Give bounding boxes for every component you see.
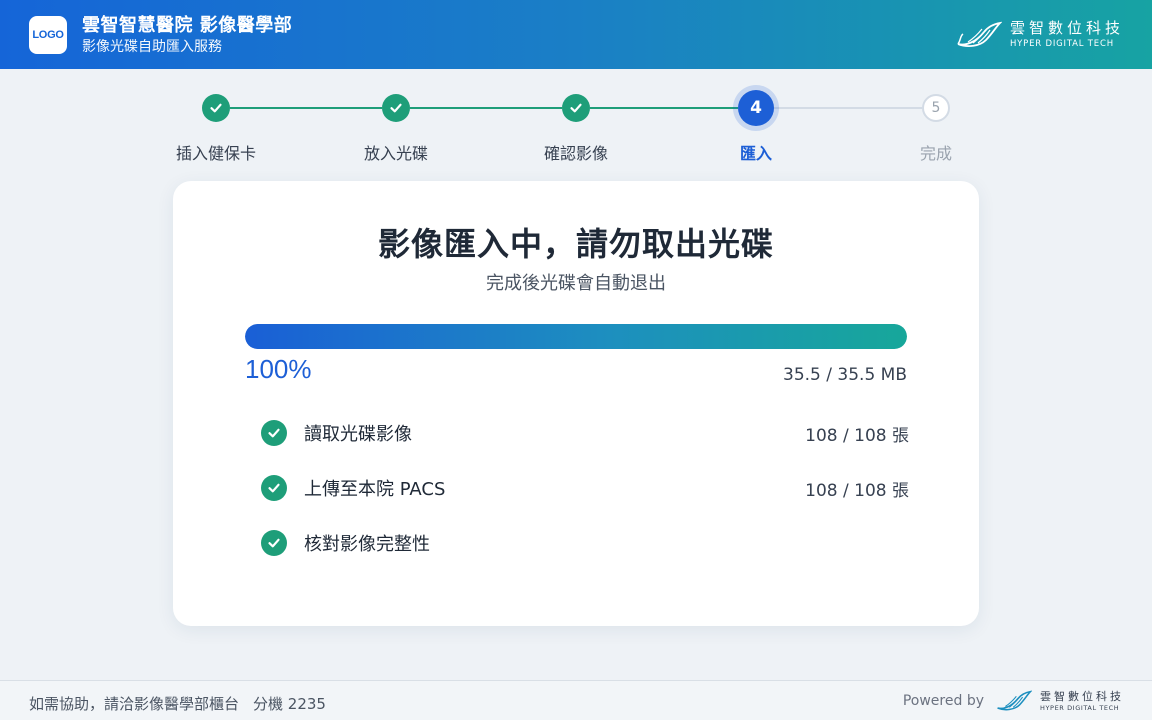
hospital-logo: LOGO bbox=[29, 16, 67, 54]
footer-brand-cn: 雲智數位科技 bbox=[1040, 689, 1124, 703]
import-status-card: 影像匯入中，請勿取出光碟 完成後光碟會自動退出 100% 35.5 / 35.5… bbox=[173, 181, 979, 626]
step-1-label: 插入健保卡 bbox=[175, 144, 256, 163]
step-2-check-icon bbox=[382, 94, 410, 122]
powered-by-label: Powered by bbox=[902, 693, 984, 709]
help-extension: 分機 2235 bbox=[253, 695, 326, 713]
task-label: 讀取光碟影像 bbox=[304, 424, 412, 445]
brand-name-en: HYPER DIGITAL TECH bbox=[1009, 39, 1114, 50]
task-item: 上傳至本院 PACS 108 / 108 張 bbox=[261, 473, 909, 503]
card-title: 影像匯入中，請勿取出光碟 bbox=[377, 225, 774, 263]
task-check-icon bbox=[261, 475, 287, 501]
step-1-check-icon bbox=[202, 94, 230, 122]
help-message: 如需協助，請洽影像醫學部櫃台 bbox=[29, 695, 240, 713]
task-label: 核對影像完整性 bbox=[304, 534, 430, 555]
task-count: 108 / 108 張 bbox=[805, 480, 909, 501]
step-5-indicator: 5 bbox=[922, 94, 950, 122]
footer-brand-text: 雲智數位科技 HYPER DIGITAL TECH bbox=[1040, 691, 1124, 712]
step-2-label: 放入光碟 bbox=[363, 144, 428, 163]
task-count: 108 / 108 張 bbox=[805, 425, 909, 446]
hospital-title: 雲智智慧醫院 影像醫學部 bbox=[82, 15, 293, 36]
brand-name-cn: 雲智數位科技 bbox=[1009, 19, 1124, 38]
task-label: 上傳至本院 PACS bbox=[304, 479, 446, 500]
header-titles: 雲智智慧醫院 影像醫學部 影像光碟自助匯入服務 bbox=[82, 14, 292, 56]
step-5-label: 完成 bbox=[919, 144, 952, 163]
task-check-icon bbox=[261, 420, 287, 446]
powered-by: Powered by 雲智數位科技 HYPER DIGITAL TECH bbox=[903, 687, 1124, 715]
step-4-label: 匯入 bbox=[739, 144, 772, 163]
card-subtitle: 完成後光碟會自動退出 bbox=[486, 273, 666, 294]
task-item: 核對影像完整性 bbox=[261, 528, 909, 558]
step-4-indicator: 4 bbox=[738, 90, 774, 126]
footer-brand-logo-icon bbox=[997, 690, 1032, 711]
step-connector-4 bbox=[774, 107, 922, 109]
progress-bar bbox=[245, 324, 907, 349]
brand-text: 雲智數位科技 HYPER DIGITAL TECH bbox=[1010, 21, 1124, 49]
step-connector-1 bbox=[230, 107, 382, 109]
task-item: 讀取光碟影像 108 / 108 張 bbox=[261, 418, 909, 448]
app-header: LOGO 雲智智慧醫院 影像醫學部 影像光碟自助匯入服務 雲智數位科技 HYPE… bbox=[0, 0, 1152, 69]
step-3-check-icon bbox=[562, 94, 590, 122]
progress-bar-fill bbox=[245, 324, 907, 349]
service-subtitle: 影像光碟自助匯入服務 bbox=[82, 39, 222, 55]
vendor-brand: 雲智數位科技 HYPER DIGITAL TECH bbox=[956, 16, 1124, 54]
progress-stepper: 4 5 插入健保卡 放入光碟 確認影像 匯入 完成 bbox=[0, 88, 1152, 168]
help-text: 如需協助，請洽影像醫學部櫃台 分機 2235 bbox=[29, 693, 326, 714]
progress-percent: 100% bbox=[245, 354, 312, 384]
task-check-icon bbox=[261, 530, 287, 556]
footer-brand-en: HYPER DIGITAL TECH bbox=[1040, 703, 1120, 712]
brand-logo-icon bbox=[957, 21, 1002, 47]
step-connector-3 bbox=[590, 107, 738, 109]
app-footer: 如需協助，請洽影像醫學部櫃台 分機 2235 Powered by 雲智數位科技 … bbox=[0, 680, 1152, 720]
progress-size: 35.5 / 35.5 MB bbox=[783, 365, 907, 385]
step-connector-2 bbox=[410, 107, 562, 109]
step-3-label: 確認影像 bbox=[543, 144, 608, 163]
